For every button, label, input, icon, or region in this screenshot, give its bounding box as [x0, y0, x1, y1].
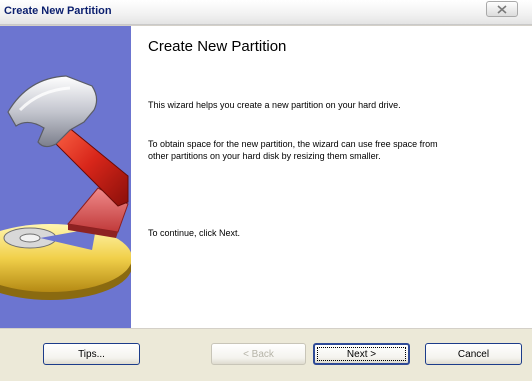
- button-bar: Tips... < Back Next > Cancel: [0, 328, 532, 381]
- page-heading: Create New Partition: [148, 38, 287, 55]
- intro-paragraph: This wizard helps you create a new parti…: [148, 100, 401, 110]
- tips-button[interactable]: Tips...: [43, 343, 140, 365]
- space-info-paragraph: To obtain space for the new partition, t…: [148, 139, 438, 161]
- window-title: Create New Partition: [4, 5, 112, 17]
- back-button-label: < Back: [243, 349, 274, 360]
- close-x-icon: [497, 4, 507, 14]
- cancel-button[interactable]: Cancel: [425, 343, 522, 365]
- back-button[interactable]: < Back: [211, 343, 306, 365]
- hammer-and-disk-illustration: [0, 75, 131, 300]
- cancel-button-label: Cancel: [457, 349, 490, 360]
- wizard-client-area: Create New Partition This wizard helps y…: [0, 25, 532, 329]
- wizard-window: Create New Partition Create New Partitio…: [0, 0, 532, 381]
- continue-instruction: To continue, click Next.: [148, 228, 241, 238]
- side-art-panel: [0, 26, 131, 328]
- hammer-head: [7, 75, 98, 148]
- close-button[interactable]: [486, 1, 518, 17]
- title-bar[interactable]: Create New Partition: [0, 0, 532, 25]
- next-button[interactable]: Next >: [313, 343, 410, 365]
- next-button-label: Next >: [346, 349, 377, 360]
- tips-button-label: Tips...: [78, 349, 105, 360]
